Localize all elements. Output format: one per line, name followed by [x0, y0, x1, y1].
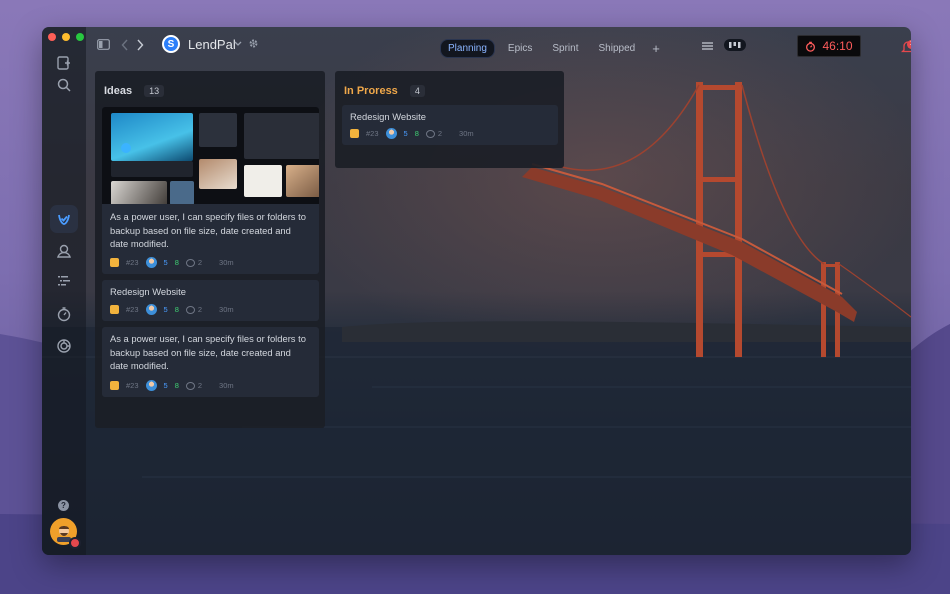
points-b: 8 [174, 258, 179, 267]
comment-count: 2 [437, 129, 443, 138]
preview-desert-thumb [199, 159, 237, 189]
preview-ocean-thumb [111, 113, 193, 161]
points-b: 8 [174, 305, 179, 314]
card-image-preview [102, 107, 319, 204]
tasks-check-icon[interactable] [50, 205, 78, 233]
time-estimate: 30m [219, 381, 234, 390]
task-card[interactable]: Redesign Website #23 5 8 2 30m [342, 105, 558, 145]
card-meta: #23 5 8 2 30m [110, 304, 234, 315]
preview-caption [111, 161, 193, 177]
top-toolbar: S LendPal Planning Epics Sprint Shipped … [86, 27, 911, 63]
comment-count: 2 [197, 305, 203, 314]
timer-display[interactable]: 46:10 [797, 35, 861, 57]
column-header: Ideas 13 [95, 71, 325, 101]
tab-planning[interactable]: Planning [440, 39, 495, 58]
assignee-avatar[interactable] [145, 380, 157, 391]
tab-sprint[interactable]: Sprint [545, 40, 585, 57]
assignee-avatar[interactable] [145, 304, 157, 315]
left-sidebar: ? [42, 27, 86, 555]
comment-icon [185, 381, 195, 390]
column-title: Ideas [104, 84, 133, 97]
sync-icon[interactable] [54, 336, 74, 356]
points-a: 5 [163, 258, 168, 267]
column-count: 13 [144, 84, 165, 97]
list-icon[interactable] [54, 271, 74, 291]
tab-epics[interactable]: Epics [501, 40, 539, 57]
in-progress-column: In Proress 4 Redesign Website #23 5 8 2 … [335, 71, 564, 168]
add-tab-button[interactable]: + [648, 41, 664, 56]
card-id: #23 [126, 305, 139, 314]
note-icon [110, 381, 119, 390]
sidebar-toggle-icon[interactable] [97, 39, 110, 50]
tab-shipped[interactable]: Shipped [592, 40, 643, 57]
note-icon [110, 258, 119, 267]
close-window-button[interactable] [48, 33, 56, 41]
card-meta: #23 5 8 2 30m [110, 380, 234, 391]
back-icon[interactable] [121, 39, 129, 51]
card-text: As a power user, I can specify files or … [110, 333, 306, 371]
board-view-icon[interactable] [724, 39, 746, 51]
forward-icon[interactable] [136, 39, 144, 51]
status-badge [69, 537, 81, 549]
points-b: 8 [174, 381, 179, 390]
timer-value: 46:10 [822, 39, 853, 53]
notification-count-badge: 12 [907, 40, 911, 49]
comment-icon [185, 258, 195, 267]
card-id: #23 [126, 381, 139, 390]
comment-count: 2 [197, 381, 203, 390]
card-meta: #23 5 8 2 30m [350, 128, 474, 139]
user-avatar[interactable] [50, 518, 81, 549]
chevron-down-icon[interactable] [234, 41, 242, 47]
time-estimate: 30m [219, 305, 234, 314]
preview-audio-thumb [244, 113, 319, 159]
user-icon[interactable] [54, 241, 74, 261]
stopwatch-icon [806, 41, 816, 52]
preview-document-thumb [244, 165, 282, 197]
task-card[interactable]: As a power user, I can specify files or … [102, 107, 319, 274]
comment-count: 2 [197, 258, 203, 267]
task-card[interactable]: Redesign Website #23 5 8 2 30m [102, 280, 319, 321]
points-a: 5 [403, 129, 408, 138]
assignee-avatar[interactable] [145, 257, 157, 268]
settings-icon[interactable] [248, 38, 259, 49]
assignee-avatar[interactable] [385, 128, 397, 139]
card-meta: #23 5 8 2 30m [110, 257, 234, 268]
window-controls [48, 33, 84, 41]
project-name[interactable]: LendPal [188, 37, 236, 52]
card-text: Redesign Website [110, 286, 186, 297]
column-count: 4 [409, 84, 425, 97]
preview-folder-thumb [199, 113, 237, 147]
preview-portrait-thumb [111, 181, 167, 204]
time-estimate: 30m [459, 129, 474, 138]
stopwatch-icon[interactable] [54, 304, 74, 324]
preview-dunes-thumb [286, 165, 319, 197]
play-icon [121, 143, 131, 153]
preview-mountain-thumb [170, 181, 194, 204]
note-icon [110, 305, 119, 314]
search-icon[interactable] [54, 75, 74, 95]
minimize-window-button[interactable] [62, 33, 70, 41]
list-view-icon[interactable] [702, 42, 713, 50]
points-a: 5 [163, 381, 168, 390]
ideas-column: Ideas 13 As a power user, I can specify … [95, 71, 325, 428]
comment-icon [185, 305, 195, 314]
time-estimate: 30m [219, 258, 234, 267]
card-id: #23 [366, 129, 379, 138]
view-tabs: Planning Epics Sprint Shipped + [440, 39, 664, 58]
app-logo[interactable]: S [162, 35, 180, 53]
zoom-window-button[interactable] [76, 33, 84, 41]
points-a: 5 [163, 305, 168, 314]
app-window: ? S LendPal Planning Epics Sprint Shippe… [42, 27, 911, 555]
comment-icon [425, 129, 435, 138]
card-text: Redesign Website [350, 111, 426, 122]
board-columns-icon [729, 42, 741, 48]
column-header: In Proress 4 [335, 71, 564, 101]
help-button[interactable]: ? [58, 500, 69, 511]
new-note-icon[interactable] [54, 53, 74, 73]
task-card[interactable]: As a power user, I can specify files or … [102, 327, 319, 397]
points-b: 8 [414, 129, 419, 138]
card-id: #23 [126, 258, 139, 267]
note-icon [350, 129, 359, 138]
column-title: In Proress [344, 84, 398, 97]
